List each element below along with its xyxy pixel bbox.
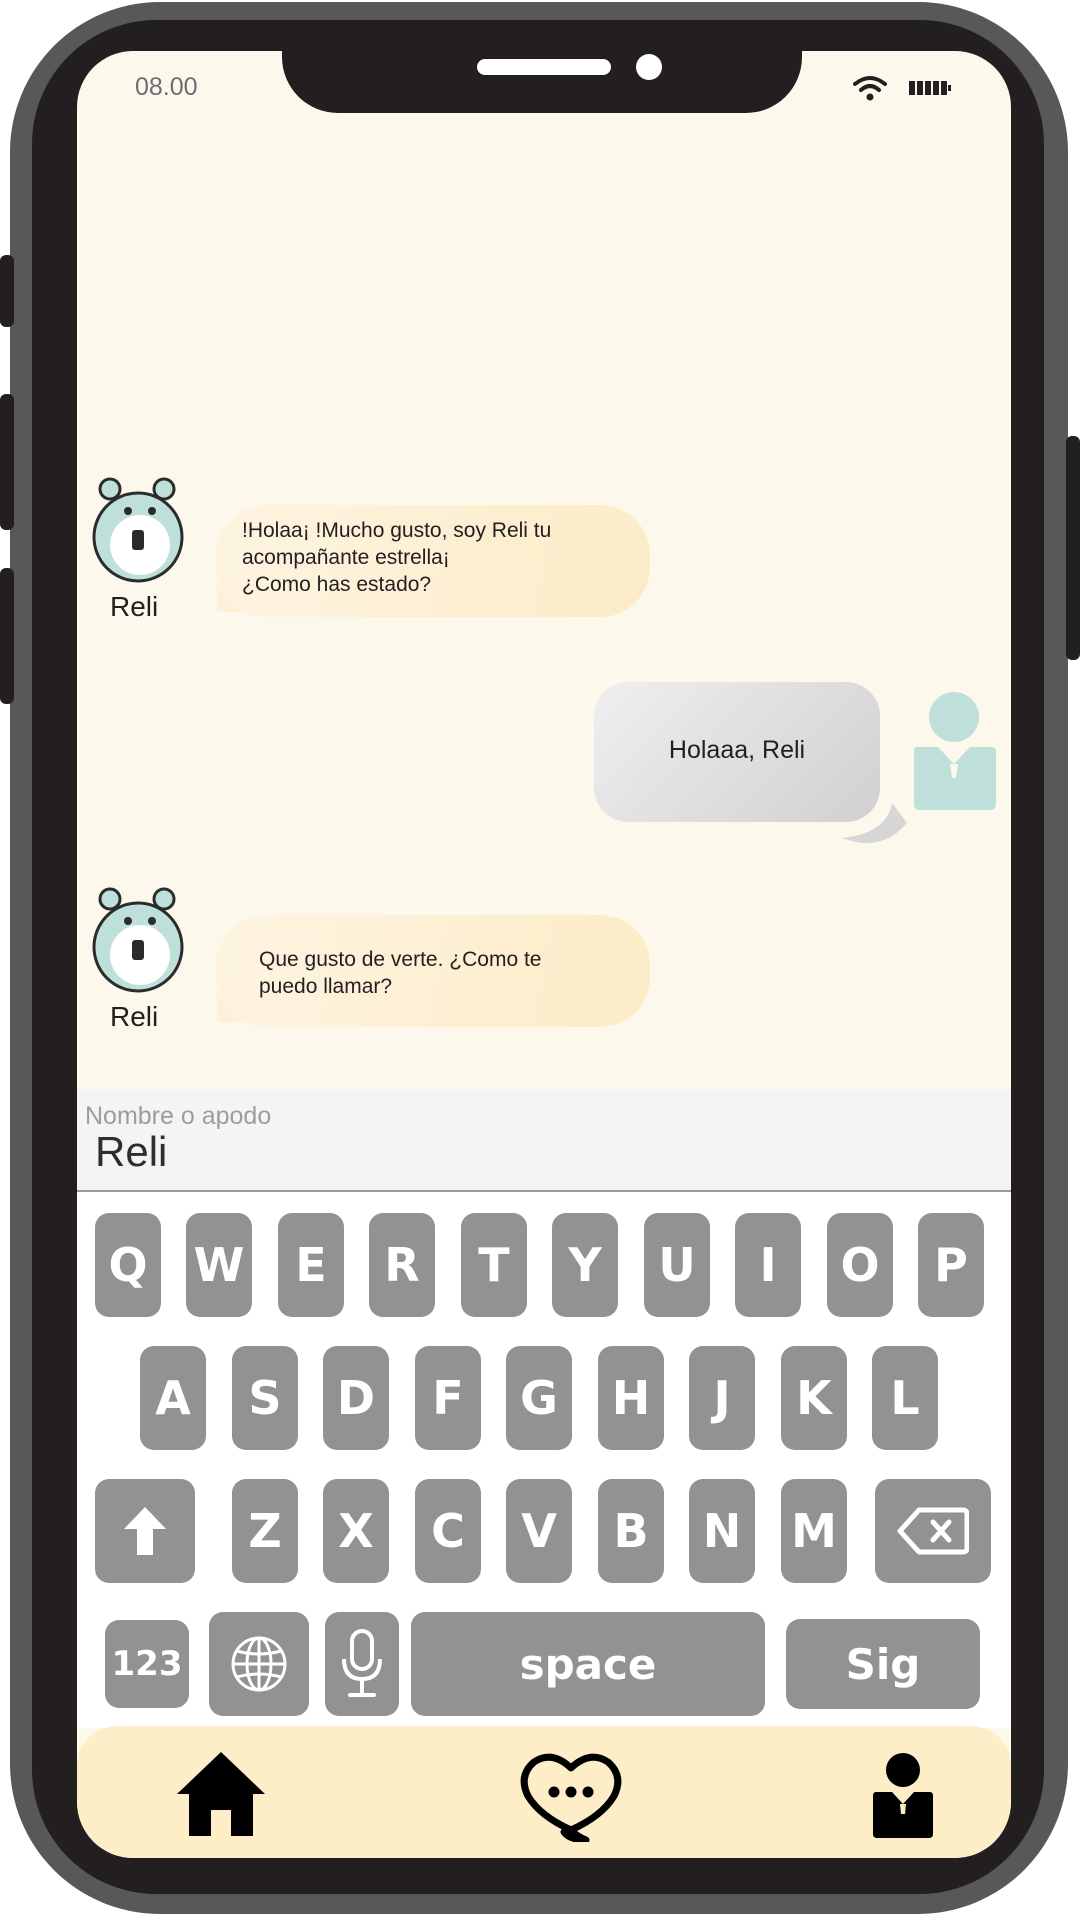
silent-switch (0, 255, 14, 327)
reli-message-text: Que gusto de verte. ¿Como te puedo llama… (259, 948, 542, 998)
microphone-icon (342, 1629, 382, 1697)
backspace-icon (897, 1507, 969, 1555)
key-y[interactable]: Y (552, 1213, 618, 1317)
microphone-key[interactable] (325, 1612, 399, 1716)
front-camera (636, 54, 662, 80)
reli-hamster-avatar (92, 477, 184, 583)
user-message-text: Holaaa, Reli (668, 736, 806, 764)
bottom-navbar (77, 1726, 1011, 1858)
key-i[interactable]: I (735, 1213, 801, 1317)
key-l[interactable]: L (872, 1346, 938, 1450)
key-m[interactable]: M (781, 1479, 847, 1583)
reli-name-label: Reli (110, 1001, 159, 1032)
key-e[interactable]: E (278, 1213, 344, 1317)
on-screen-keyboard: Q W E R T Y U I O P A S D F G H J K L Z … (77, 1192, 1011, 1728)
key-r[interactable]: R (369, 1213, 435, 1317)
shift-arrow-icon (124, 1507, 166, 1555)
key-n[interactable]: N (689, 1479, 755, 1583)
space-key[interactable]: space (411, 1612, 765, 1716)
input-placeholder: Nombre o apodo (85, 1102, 272, 1130)
key-x[interactable]: X (323, 1479, 389, 1583)
app-screen: 08.00 Reli !Holaa¡ !Mucho gusto, soy Rel… (77, 51, 1011, 1858)
reli-message-text: !Holaa¡ !Mucho gusto, soy Reli tu acompa… (242, 519, 552, 596)
speaker-grille (477, 59, 611, 75)
next-key[interactable]: Sig (786, 1619, 980, 1709)
key-q[interactable]: Q (95, 1213, 161, 1317)
reli-message-bubble: !Holaa¡ !Mucho gusto, soy Reli tu acompa… (216, 505, 650, 617)
reli-name-label: Reli (110, 591, 159, 622)
key-t[interactable]: T (461, 1213, 527, 1317)
key-p[interactable]: P (918, 1213, 984, 1317)
key-o[interactable]: O (827, 1213, 893, 1317)
reli-hamster-avatar (92, 887, 184, 993)
shift-key[interactable] (95, 1479, 195, 1583)
notch (282, 51, 802, 113)
profile-icon[interactable] (872, 1752, 934, 1840)
input-value: Reli (95, 1128, 168, 1175)
numbers-key[interactable]: 123 (105, 1620, 189, 1708)
wifi-icon (853, 76, 887, 101)
key-f[interactable]: F (415, 1346, 481, 1450)
key-c[interactable]: C (415, 1479, 481, 1583)
chat-heart-icon[interactable] (520, 1750, 622, 1842)
key-z[interactable]: Z (232, 1479, 298, 1583)
status-icons (853, 75, 951, 101)
name-input-field[interactable]: Nombre o apodo Reli (77, 1090, 1011, 1192)
globe-icon (231, 1636, 287, 1692)
power-button (1066, 436, 1080, 660)
battery-icon (909, 81, 951, 95)
status-time: 08.00 (135, 73, 198, 101)
key-s[interactable]: S (232, 1346, 298, 1450)
key-d[interactable]: D (323, 1346, 389, 1450)
user-message-bubble: Holaaa, Reli (594, 682, 880, 822)
key-u[interactable]: U (644, 1213, 710, 1317)
key-k[interactable]: K (781, 1346, 847, 1450)
globe-key[interactable] (209, 1612, 309, 1716)
key-j[interactable]: J (689, 1346, 755, 1450)
volume-down-button (0, 568, 14, 704)
key-b[interactable]: B (598, 1479, 664, 1583)
volume-up-button (0, 394, 14, 530)
backspace-key[interactable] (875, 1479, 991, 1583)
key-g[interactable]: G (506, 1346, 572, 1450)
key-v[interactable]: V (506, 1479, 572, 1583)
user-avatar-icon (914, 692, 996, 810)
key-h[interactable]: H (598, 1346, 664, 1450)
home-icon[interactable] (175, 1748, 267, 1840)
reli-message-bubble: Que gusto de verte. ¿Como te puedo llama… (216, 915, 650, 1027)
key-a[interactable]: A (140, 1346, 206, 1450)
key-w[interactable]: W (186, 1213, 252, 1317)
